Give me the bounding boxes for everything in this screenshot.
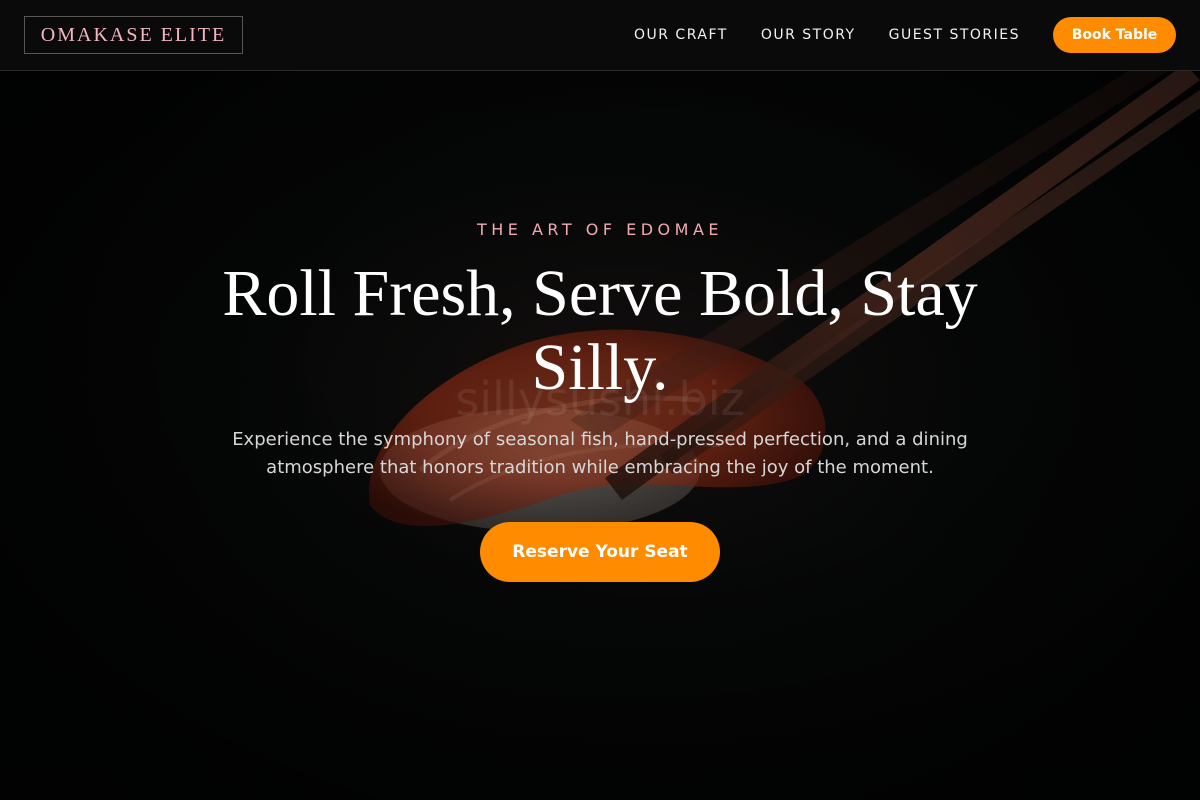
hero-subtext: Experience the symphony of seasonal fish…: [232, 429, 968, 478]
nav-link-our-craft[interactable]: OUR CRAFT: [634, 27, 728, 43]
site-header: OMAKASE ELITE OUR CRAFT OUR STORY GUEST …: [0, 0, 1200, 71]
book-table-button[interactable]: Book Table: [1053, 17, 1176, 53]
hero-eyebrow: THE ART OF EDOMAE: [476, 220, 724, 239]
hero-section: sillysushi.biz THE ART OF EDOMAE Roll Fr…: [0, 71, 1200, 800]
main-nav: OUR CRAFT OUR STORY GUEST STORIES Book T…: [634, 17, 1176, 53]
brand-logo[interactable]: OMAKASE ELITE: [24, 16, 243, 54]
hero-headline: Roll Fresh, Serve Bold, Stay Silly.: [222, 257, 978, 404]
reserve-seat-button[interactable]: Reserve Your Seat: [480, 522, 720, 582]
nav-link-our-story[interactable]: OUR STORY: [761, 27, 856, 43]
nav-link-guest-stories[interactable]: GUEST STORIES: [889, 27, 1020, 43]
